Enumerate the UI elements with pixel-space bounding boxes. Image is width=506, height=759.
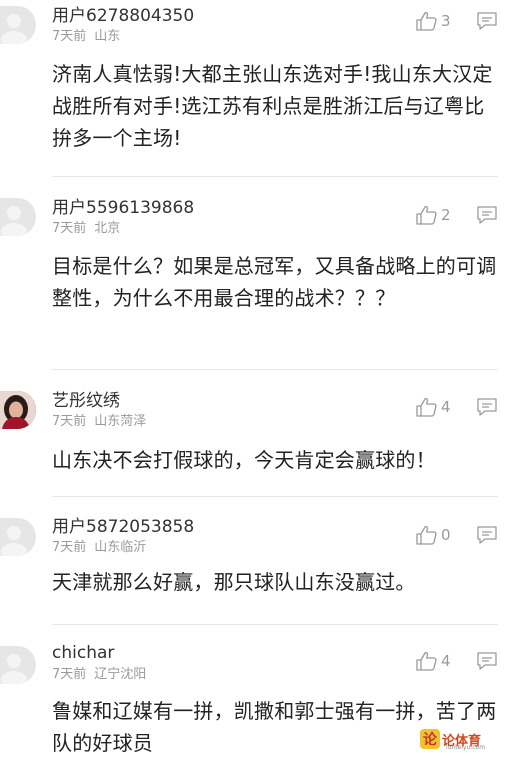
like-button[interactable]: 4 bbox=[416, 650, 451, 672]
reply-icon bbox=[477, 12, 497, 30]
comment-username[interactable]: 艺彤纹绣 bbox=[52, 391, 120, 411]
comment-username[interactable]: chichar bbox=[52, 643, 114, 663]
comment-text: 目标是什么？如果是总冠军，又具备战略上的可调整性，为什么不用最合理的战术？？？ bbox=[52, 254, 497, 310]
comment-text: 天津就那么好赢，那只球队山东没赢过。 bbox=[52, 570, 416, 594]
thumbs-up-icon bbox=[416, 525, 437, 545]
comment-username[interactable]: 用户5872053858 bbox=[52, 517, 194, 537]
like-count: 4 bbox=[441, 398, 451, 416]
comment-meta: 7天前 辽宁沈阳 bbox=[52, 667, 146, 683]
divider bbox=[52, 176, 498, 177]
comment-time: 7天前 bbox=[52, 540, 87, 555]
like-button[interactable]: 4 bbox=[416, 396, 451, 418]
reply-button[interactable] bbox=[476, 396, 498, 418]
comment-location: 山东临沂 bbox=[94, 540, 147, 555]
like-button[interactable]: 2 bbox=[416, 204, 451, 226]
divider bbox=[52, 369, 498, 370]
reply-icon bbox=[477, 206, 497, 224]
comment-time: 7天前 bbox=[52, 667, 87, 682]
comment-meta: 7天前 北京 bbox=[52, 221, 120, 237]
like-count: 3 bbox=[441, 12, 451, 30]
reply-icon bbox=[477, 526, 497, 544]
comment-location: 山东菏泽 bbox=[94, 414, 147, 429]
user-avatar[interactable] bbox=[0, 391, 36, 429]
comment-meta: 7天前 山东 bbox=[52, 29, 120, 45]
thumbs-up-icon bbox=[416, 11, 437, 31]
comment-meta: 7天前 山东菏泽 bbox=[52, 414, 146, 430]
like-button[interactable]: 3 bbox=[416, 10, 451, 32]
divider bbox=[52, 624, 498, 625]
comment-username[interactable]: 用户6278804350 bbox=[52, 6, 194, 26]
comment-meta: 7天前 山东临沂 bbox=[52, 540, 146, 556]
default-avatar[interactable] bbox=[0, 646, 36, 684]
comment-text: 山东决不会打假球的，今天肯定会赢球的！ bbox=[52, 448, 436, 472]
reply-icon bbox=[477, 652, 497, 670]
like-count: 0 bbox=[441, 526, 451, 544]
default-avatar[interactable] bbox=[0, 6, 36, 44]
comment-time: 7天前 bbox=[52, 414, 87, 429]
reply-button[interactable] bbox=[476, 524, 498, 546]
comment-location: 辽宁沈阳 bbox=[94, 667, 147, 682]
reply-icon bbox=[477, 398, 497, 416]
thumbs-up-icon bbox=[416, 651, 437, 671]
comment-text: 济南人真怯弱!大都主张山东选对手!我山东大汉定战胜所有对手!选江苏有利点是胜浙江… bbox=[52, 62, 493, 150]
reply-button[interactable] bbox=[476, 650, 498, 672]
thumbs-up-icon bbox=[416, 205, 437, 225]
comment-time: 7天前 bbox=[52, 29, 87, 44]
comment-username[interactable]: 用户5596139868 bbox=[52, 198, 194, 218]
reply-button[interactable] bbox=[476, 204, 498, 226]
comment-time: 7天前 bbox=[52, 221, 87, 236]
like-button[interactable]: 0 bbox=[416, 524, 451, 546]
watermark-url: lunteiyu.com bbox=[446, 744, 486, 751]
like-count: 2 bbox=[441, 206, 451, 224]
comment-location: 北京 bbox=[94, 221, 121, 236]
default-avatar[interactable] bbox=[0, 518, 36, 556]
comment-location: 山东 bbox=[94, 29, 121, 44]
site-logo-icon: 论 bbox=[420, 729, 440, 749]
default-avatar[interactable] bbox=[0, 198, 36, 236]
divider bbox=[52, 496, 498, 497]
thumbs-up-icon bbox=[416, 397, 437, 417]
reply-button[interactable] bbox=[476, 10, 498, 32]
like-count: 4 bbox=[441, 652, 451, 670]
